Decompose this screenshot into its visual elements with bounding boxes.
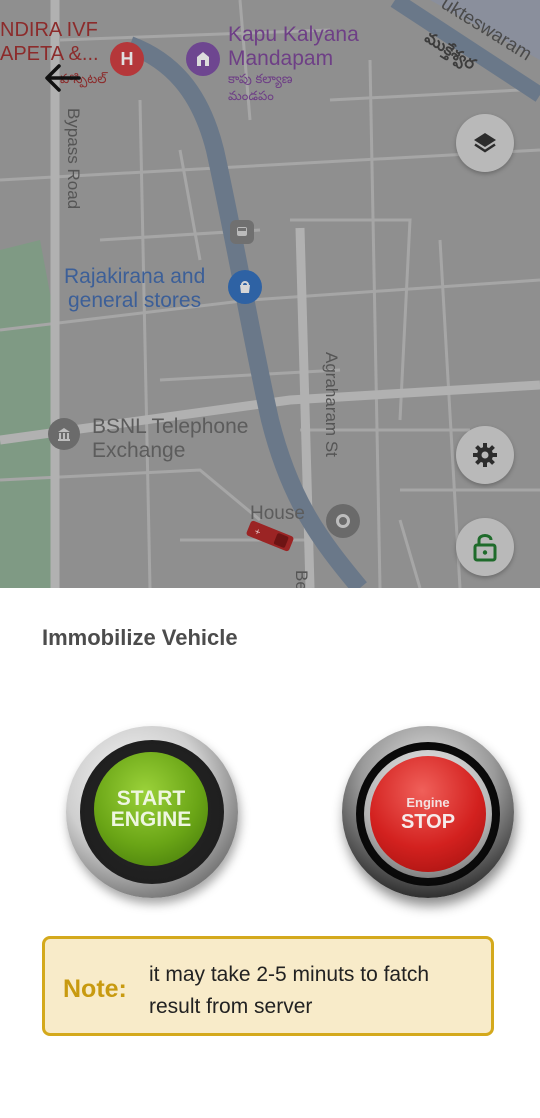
start-engine-button[interactable]: START ENGINE <box>66 726 238 898</box>
hospital-label-line1: NDIRA IVF <box>0 19 98 41</box>
gear-icon <box>473 443 497 467</box>
lock-toggle-button[interactable] <box>456 518 514 576</box>
mandapam-label-line1: Kapu Kalyana <box>228 23 359 46</box>
bank-pin-icon[interactable] <box>48 418 80 450</box>
stop-engine-face: Engine STOP <box>370 756 486 872</box>
start-engine-face: START ENGINE <box>94 752 208 866</box>
stop-label-small: Engine <box>406 795 450 810</box>
unlock-icon <box>473 534 497 562</box>
road-label-bottom: Be <box>292 570 311 588</box>
stop-label-big: STOP <box>400 811 456 833</box>
map-layers-button[interactable] <box>456 114 514 172</box>
temple-pin-icon[interactable] <box>186 42 220 76</box>
back-arrow-icon <box>45 64 81 92</box>
bsnl-label-line2: Exchange <box>92 439 186 462</box>
place-pin-icon[interactable] <box>326 504 360 538</box>
mandapam-label-line2: Mandapam <box>228 47 334 70</box>
settings-button[interactable] <box>456 426 514 484</box>
mandapam-label-telugu2: మండపం <box>228 88 274 103</box>
panel-title: Immobilize Vehicle <box>42 625 238 650</box>
store-label-line1: Rajakirana and <box>64 265 206 288</box>
note-box: Note: it may take 2-5 minuts to fatch re… <box>42 936 494 1036</box>
bus-stop-icon[interactable] <box>230 220 254 244</box>
start-label-line2: ENGINE <box>110 808 192 831</box>
store-pin-icon[interactable] <box>228 270 262 304</box>
mandapam-label-telugu1: కాపు కల్యాణ <box>228 71 293 86</box>
road-label-bypass: Bypass Road <box>64 108 83 210</box>
back-button[interactable] <box>38 56 86 100</box>
note-label: Note: <box>63 975 127 1003</box>
note-text: it may take 2-5 minuts to fatch result f… <box>149 963 430 1018</box>
bsnl-label-line1: BSNL Telephone <box>92 415 249 438</box>
stop-engine-button[interactable]: Engine STOP <box>342 726 514 898</box>
map-view[interactable]: NDIRA IVF APETA &... హాస్పిటల్ H Kapu Ka… <box>0 0 540 588</box>
road-label-agraharam: Agraharam St <box>322 352 341 457</box>
store-label-line2: general stores <box>68 289 202 312</box>
start-label-line1: START <box>116 787 186 810</box>
layers-icon <box>474 133 496 153</box>
hospital-pin-icon[interactable]: H <box>110 42 144 76</box>
